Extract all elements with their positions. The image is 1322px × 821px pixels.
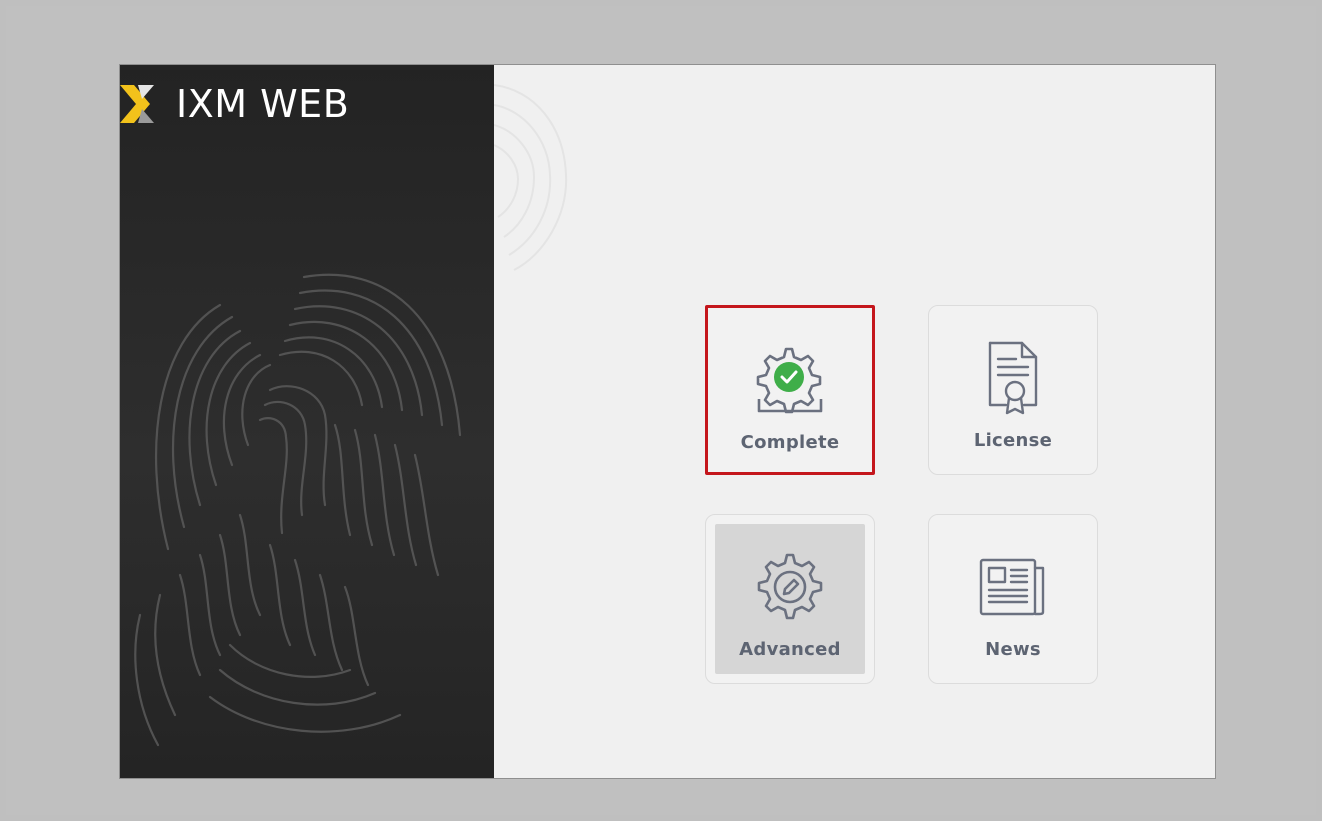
sidebar-branding-panel: IXM WEB: [120, 65, 494, 778]
news-tile[interactable]: News: [928, 514, 1098, 684]
license-tile[interactable]: License: [928, 305, 1098, 475]
license-label: License: [973, 430, 1053, 451]
main-content: Complete License Advanced News: [494, 65, 1215, 778]
news-label: News: [985, 639, 1041, 660]
newspaper-icon: [973, 547, 1053, 627]
complete-label: Complete: [740, 432, 840, 453]
fingerprint-watermark: [494, 84, 568, 271]
complete-tile[interactable]: Complete: [705, 305, 875, 475]
license-certificate-icon: [973, 338, 1053, 418]
app-window: IXM WEB Complete License Advanced News: [119, 64, 1216, 779]
fingerprint-graphic: [134, 273, 462, 747]
gear-pencil-icon: [750, 547, 830, 627]
screen-frame: IXM WEB Complete License Advanced News: [6, 6, 1316, 815]
ixm-logo-icon: [120, 85, 154, 123]
advanced-label: Advanced: [739, 639, 841, 660]
gear-check-icon: [750, 340, 830, 420]
logo: IXM WEB: [120, 81, 349, 127]
advanced-tile[interactable]: Advanced: [705, 514, 875, 684]
app-title: IXM WEB: [176, 82, 350, 126]
